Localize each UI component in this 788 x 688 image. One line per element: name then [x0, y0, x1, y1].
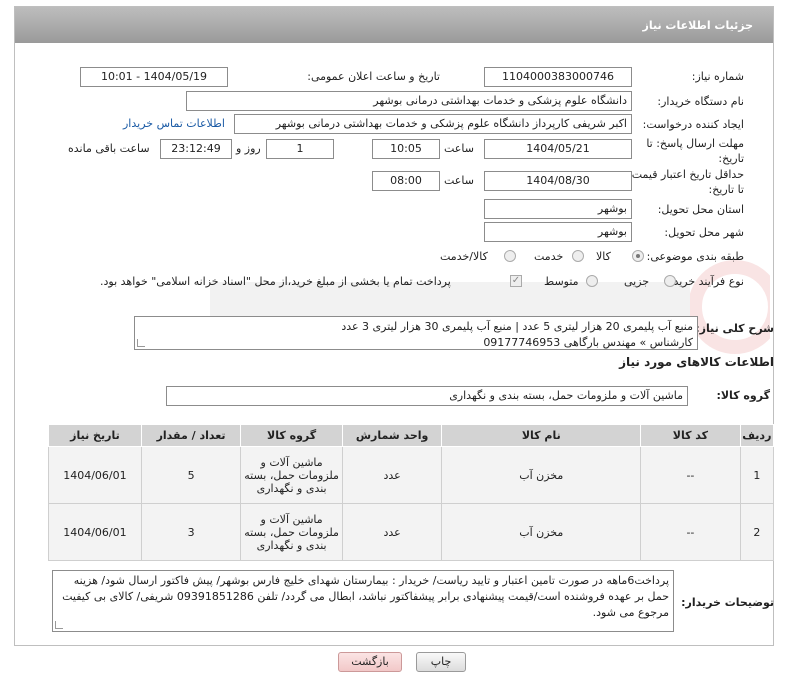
category-option-both: کالا/خدمت: [440, 250, 488, 263]
cell-code: --: [640, 503, 741, 561]
cell-unit: عدد: [341, 446, 443, 504]
resize-handle-icon[interactable]: [55, 621, 63, 629]
cell-code: --: [640, 446, 741, 504]
cell-date: 1404/06/01: [48, 446, 142, 504]
payment-note: پرداخت تمام یا بخشی از مبلغ خرید،از محل …: [100, 275, 451, 288]
cell-name: مخزن آب: [441, 503, 642, 561]
col-qty: تعداد / مقدار: [140, 424, 242, 447]
category-label: طبقه بندی موضوعی:: [646, 250, 744, 263]
print-button[interactable]: چاپ: [416, 652, 466, 672]
table-row: 2 -- مخزن آب عدد ماشین آلات و ملزومات حم…: [48, 503, 775, 561]
panel-header: جزئیات اطلاعات نیاز: [15, 7, 773, 43]
back-button[interactable]: بازگشت: [338, 652, 402, 672]
treasury-checkbox[interactable]: ✓: [510, 275, 522, 287]
deadline-date-field: 1404/05/21: [484, 139, 632, 159]
goods-group-field: ماشین آلات و ملزومات حمل، بسته بندی و نگ…: [166, 386, 688, 406]
buyer-contact-link[interactable]: اطلاعات تماس خریدار: [123, 117, 225, 130]
resize-handle-icon[interactable]: [137, 339, 145, 347]
category-option-goods: کالا: [596, 250, 611, 263]
validity-date-field: 1404/08/30: [484, 171, 632, 191]
validity-label: حداقل تاریخ اعتبار قیمت:: [628, 168, 744, 181]
table-header-row: ردیف کد کالا نام کالا واحد شمارش گروه کا…: [48, 424, 775, 447]
description-line-1: منبع آب پلیمری 20 هزار لیتری 5 عدد | منب…: [341, 320, 693, 333]
description-label: شرح کلی نیاز:: [695, 322, 774, 335]
buyer-notes-label: توضیحات خریدار:: [681, 596, 774, 609]
cell-name: مخزن آب: [441, 446, 642, 504]
process-option-medium: متوسط: [544, 275, 579, 288]
deadline-label: مهلت ارسال پاسخ: تا: [646, 137, 744, 150]
deadline-time-label: ساعت: [444, 142, 474, 155]
cell-row: 2: [739, 503, 775, 561]
buyer-org-field: دانشگاه علوم پزشکی و خدمات بهداشتی درمان…: [186, 91, 632, 111]
buyer-notes-box: پرداخت6ماهه در صورت تامین اعتبار و تایید…: [52, 570, 674, 632]
cell-unit: عدد: [341, 503, 443, 561]
deadline-label-date: تاریخ:: [718, 152, 744, 165]
category-radio-both[interactable]: [504, 250, 516, 262]
need-number-field: 1104000383000746: [484, 67, 632, 87]
buyer-org-label: نام دستگاه خریدار:: [657, 95, 744, 108]
need-number-label: شماره نیاز:: [691, 70, 744, 83]
days-label: روز و: [236, 142, 261, 155]
table-row: 1 -- مخزن آب عدد ماشین آلات و ملزومات حم…: [48, 446, 775, 504]
validity-label-date: تا تاریخ:: [708, 183, 744, 196]
remaining-label: ساعت باقی مانده: [68, 142, 150, 155]
col-code: کد کالا: [640, 424, 741, 447]
process-radio-minor[interactable]: [664, 275, 676, 287]
process-label: نوع فرآیند خرید :: [666, 275, 744, 288]
col-name: نام کالا: [441, 424, 642, 447]
goods-section-title: اطلاعات کالاهای مورد نیاز: [619, 355, 774, 369]
announce-field: 1404/05/19 - 10:01: [80, 67, 228, 87]
city-field: بوشهر: [484, 222, 632, 242]
validity-time-label: ساعت: [444, 174, 474, 187]
announce-label: تاریخ و ساعت اعلان عمومی:: [307, 70, 440, 83]
remaining-time-field: 23:12:49: [160, 139, 232, 159]
description-line-2: کارشناس » مهندس بارگاهی 09177746953: [483, 336, 693, 349]
creator-label: ایجاد کننده درخواست:: [642, 118, 744, 131]
cell-group: ماشین آلات و ملزومات حمل، بسته بندی و نگ…: [240, 446, 343, 504]
creator-field: اکبر شریفی کارپرداز دانشگاه علوم پزشکی و…: [234, 114, 632, 134]
col-unit: واحد شمارش: [341, 424, 443, 447]
description-box: منبع آب پلیمری 20 هزار لیتری 5 عدد | منب…: [134, 316, 698, 350]
deadline-time-field: 10:05: [372, 139, 440, 159]
province-field: بوشهر: [484, 199, 632, 219]
col-row: ردیف: [739, 424, 775, 447]
buyer-notes-text: پرداخت6ماهه در صورت تامین اعتبار و تایید…: [62, 574, 669, 619]
cell-group: ماشین آلات و ملزومات حمل، بسته بندی و نگ…: [240, 503, 343, 561]
category-radio-goods[interactable]: [632, 250, 644, 262]
validity-time-field: 08:00: [372, 171, 440, 191]
items-table: ردیف کد کالا نام کالا واحد شمارش گروه کا…: [48, 424, 775, 561]
remaining-days-field: 1: [266, 139, 334, 159]
process-option-minor: جزیی: [624, 275, 650, 288]
cell-row: 1: [739, 446, 775, 504]
category-radio-service[interactable]: [572, 250, 584, 262]
cell-qty: 3: [140, 503, 242, 561]
panel-title: جزئیات اطلاعات نیاز: [642, 19, 754, 32]
process-radio-medium[interactable]: [586, 275, 598, 287]
col-group: گروه کالا: [240, 424, 343, 447]
cell-qty: 5: [140, 446, 242, 504]
col-date: تاریخ نیاز: [48, 424, 142, 447]
city-label: شهر محل تحویل:: [664, 226, 744, 239]
goods-group-label: گروه کالا:: [716, 389, 770, 402]
cell-date: 1404/06/01: [48, 503, 142, 561]
province-label: استان محل تحویل:: [657, 203, 744, 216]
category-option-service: خدمت: [534, 250, 564, 263]
